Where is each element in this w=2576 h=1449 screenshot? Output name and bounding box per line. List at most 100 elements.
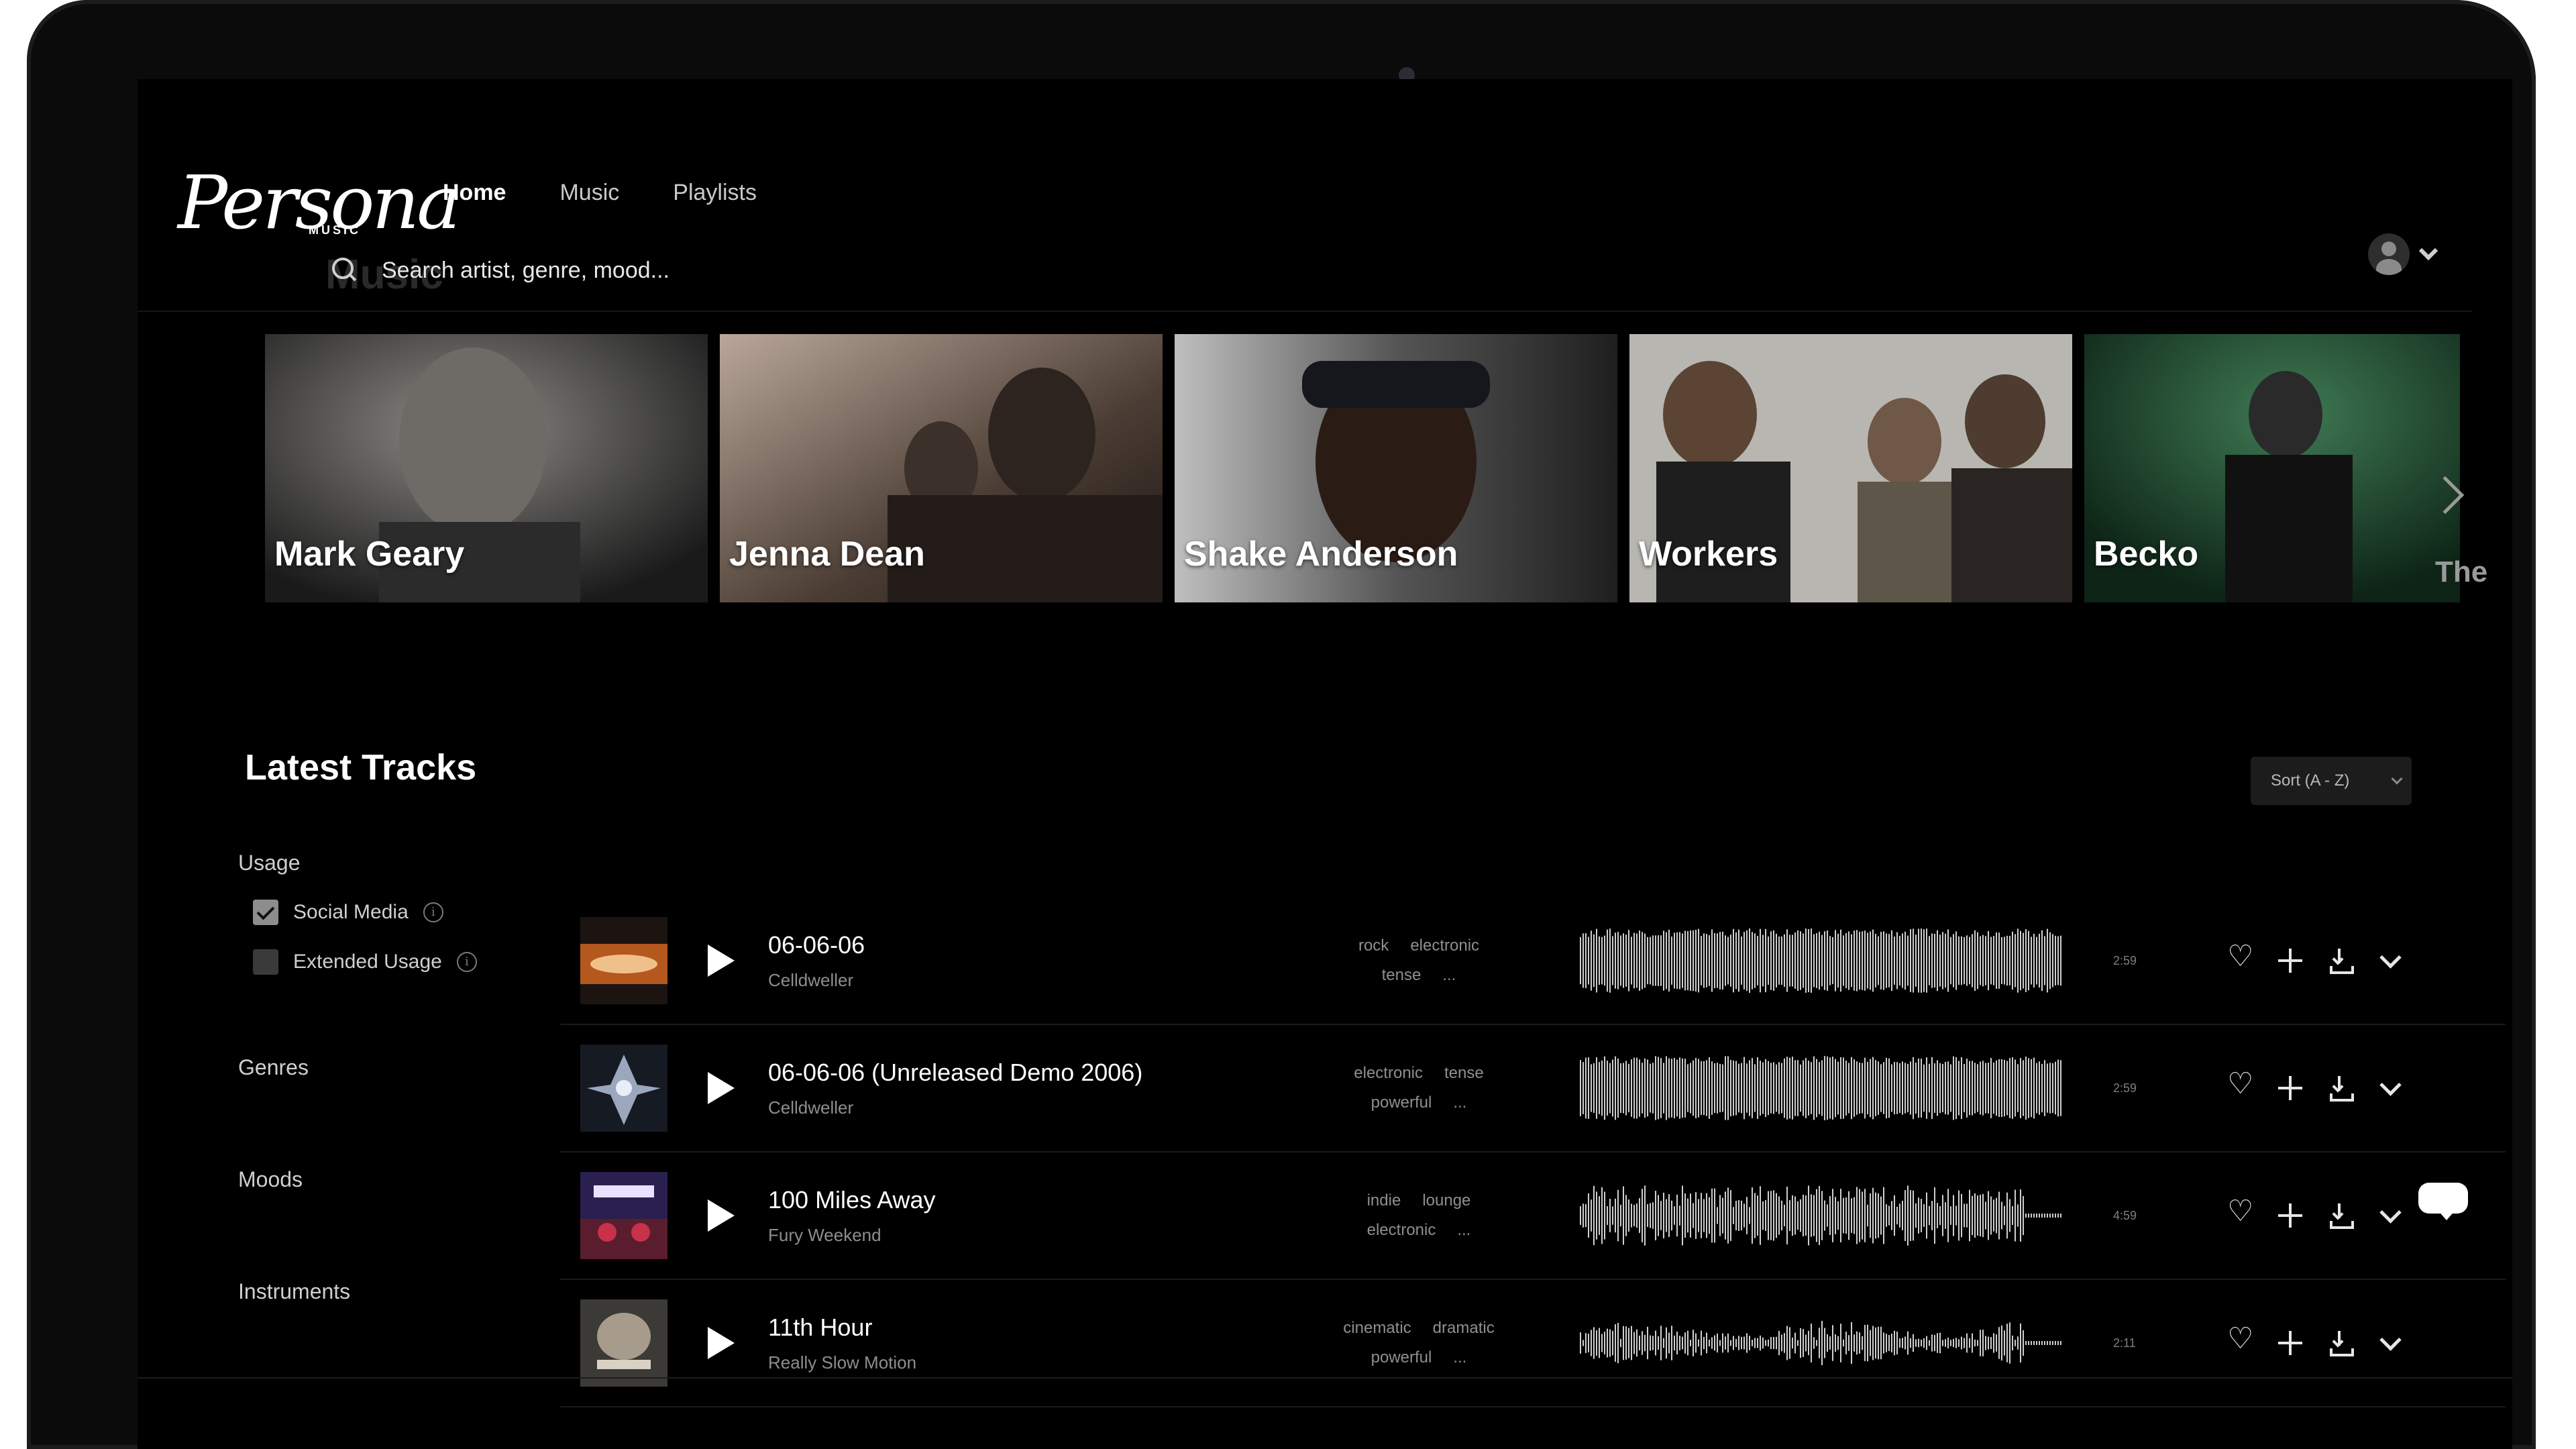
tag[interactable]: tense (1382, 966, 1421, 984)
usage-option-social-media[interactable]: Social Media i (253, 900, 547, 925)
checkbox-label[interactable]: Social Media (293, 901, 409, 924)
tag[interactable]: powerful (1371, 1348, 1432, 1366)
checkbox-label[interactable]: Extended Usage (293, 951, 442, 973)
tag[interactable]: electronic (1367, 1221, 1436, 1239)
track-row[interactable]: 100 Miles Away Fury Weekend indie lounge … (560, 1152, 2506, 1280)
heart-icon[interactable] (2227, 1067, 2254, 1102)
waveform-bar (2044, 936, 2045, 985)
plus-icon[interactable] (2277, 1202, 2304, 1229)
waveform-bar (1582, 933, 1584, 988)
waveform-bar (1955, 931, 1957, 990)
track-artist[interactable]: Celldweller (768, 970, 1318, 991)
track-row[interactable]: 06-06-06 Celldweller rock electronic tens… (560, 898, 2506, 1025)
tag[interactable]: powerful (1371, 1093, 1432, 1112)
heart-icon[interactable] (2227, 1194, 2254, 1229)
track-title[interactable]: 100 Miles Away (768, 1186, 1318, 1214)
waveform-bar (1961, 936, 1962, 985)
filter-usage[interactable]: Usage (238, 851, 547, 875)
track-artist[interactable]: Really Slow Motion (768, 1352, 1318, 1373)
waveform-bar (2047, 1341, 2048, 1345)
plus-icon[interactable] (2277, 1330, 2304, 1356)
waveform-bar (1770, 1337, 1772, 1349)
chat-icon[interactable] (2418, 1183, 2468, 1220)
download-icon[interactable] (2326, 1075, 2354, 1102)
tag[interactable]: dramatic (1433, 1319, 1495, 1337)
account-menu[interactable] (2368, 233, 2438, 275)
tag[interactable]: cinematic (1343, 1319, 1411, 1337)
play-icon[interactable] (708, 1072, 735, 1104)
filter-moods[interactable]: Moods (238, 1167, 547, 1192)
tag-more[interactable]: ... (1453, 1093, 1466, 1112)
nav-home[interactable]: Home (443, 180, 506, 206)
track-row[interactable]: 06-06-06 (Unreleased Demo 2006) Celldwel… (560, 1025, 2506, 1152)
artist-card[interactable]: Mark Geary (265, 334, 708, 602)
tag[interactable]: rock (1358, 936, 1389, 955)
tag-more[interactable]: ... (1457, 1221, 1470, 1239)
track-artist[interactable]: Fury Weekend (768, 1225, 1318, 1246)
track-title[interactable]: 06-06-06 (Unreleased Demo 2006) (768, 1059, 1318, 1087)
track-title[interactable]: 11th Hour (768, 1313, 1318, 1342)
waveform-bar (1915, 934, 1917, 987)
tag[interactable]: lounge (1422, 1191, 1470, 1210)
waveform-bar (2055, 1061, 2056, 1115)
tag[interactable]: tense (1444, 1064, 1484, 1082)
heart-icon[interactable] (2227, 939, 2254, 974)
play-icon[interactable] (708, 945, 735, 977)
search-icon[interactable] (332, 258, 358, 283)
waveform-bar (1650, 1063, 1651, 1113)
checkbox[interactable] (253, 949, 278, 975)
nav-playlists[interactable]: Playlists (673, 180, 757, 206)
waveform-bar (1601, 936, 1603, 985)
waveform-bar (1682, 1058, 1683, 1118)
play-icon[interactable] (708, 1327, 735, 1359)
heart-icon[interactable] (2227, 1322, 2254, 1356)
nav-music[interactable]: Music (559, 180, 619, 206)
tag-more[interactable]: ... (1442, 966, 1456, 984)
waveform-bar (1722, 1064, 1723, 1112)
track-actions (2227, 1322, 2403, 1356)
artist-card[interactable]: Becko (2084, 334, 2460, 602)
chevron-down-icon[interactable] (2418, 241, 2438, 261)
search-input[interactable] (382, 257, 1120, 284)
artist-card-peek[interactable]: The (2435, 555, 2487, 589)
artist-card[interactable]: Workers (1629, 334, 2072, 602)
tag[interactable]: electronic (1354, 1064, 1423, 1082)
tag[interactable]: indie (1367, 1191, 1401, 1210)
waveform-bar (1998, 1059, 2000, 1118)
info-icon[interactable]: i (456, 952, 477, 972)
waveform[interactable] (1580, 1182, 2063, 1249)
filter-genres[interactable]: Genres (238, 1055, 547, 1080)
download-icon[interactable] (2326, 947, 2354, 974)
usage-option-extended-usage[interactable]: Extended Usage i (253, 949, 547, 975)
plus-icon[interactable] (2277, 947, 2304, 974)
waveform-bar (1880, 932, 1882, 989)
waveform-bar (1998, 1191, 2000, 1240)
chevron-down-icon[interactable] (2376, 1075, 2403, 1102)
artist-card[interactable]: Shake Anderson (1175, 334, 1617, 602)
waveform[interactable] (1580, 1055, 2063, 1122)
user-icon[interactable] (2368, 233, 2410, 275)
play-icon[interactable] (708, 1199, 735, 1232)
waveform-bar (1687, 930, 1688, 991)
chevron-down-icon[interactable] (2376, 1202, 2403, 1229)
waveform[interactable] (1580, 927, 2063, 994)
artist-card[interactable]: Jenna Dean (720, 334, 1163, 602)
filter-instruments[interactable]: Instruments (238, 1279, 547, 1304)
chevron-down-icon[interactable] (2376, 947, 2403, 974)
waveform-bar (1966, 1203, 1968, 1228)
info-icon[interactable]: i (423, 902, 443, 922)
download-icon[interactable] (2326, 1202, 2354, 1229)
waveform[interactable] (1580, 1309, 2063, 1377)
download-icon[interactable] (2326, 1330, 2354, 1356)
tag[interactable]: electronic (1410, 936, 1479, 955)
track-row[interactable]: 11th Hour Really Slow Motion cinematic dr… (560, 1280, 2506, 1407)
chevron-down-icon[interactable] (2376, 1330, 2403, 1356)
track-title[interactable]: 06-06-06 (768, 931, 1318, 959)
waveform-bar (1988, 1191, 1989, 1240)
tag-more[interactable]: ... (1453, 1348, 1466, 1366)
plus-icon[interactable] (2277, 1075, 2304, 1102)
sort-dropdown[interactable]: Sort (A - Z) (2251, 757, 2412, 805)
track-artist[interactable]: Celldweller (768, 1097, 1318, 1118)
waveform-bar (2052, 934, 2053, 987)
checkbox[interactable] (253, 900, 278, 925)
